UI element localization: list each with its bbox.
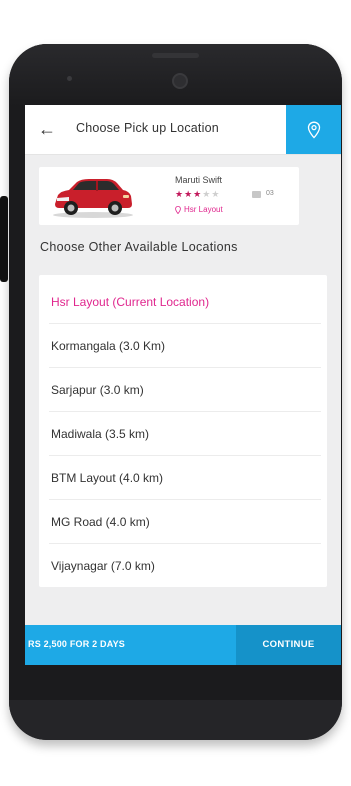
list-item-location[interactable]: Kormangala (3.0 Km) xyxy=(49,324,321,368)
page-title: Choose Pick up Location xyxy=(76,121,219,135)
speaker-grille xyxy=(152,53,199,58)
top-app-bar: ← Choose Pick up Location xyxy=(25,105,341,155)
car-summary-card[interactable]: Maruti Swift ★★★★★ 03 Hsr Layout xyxy=(39,167,299,225)
list-item-location[interactable]: Madiwala (3.5 km) xyxy=(49,412,321,456)
star-filled-icon: ★ xyxy=(193,189,203,199)
list-item-location[interactable]: MG Road (4.0 km) xyxy=(49,500,321,544)
star-filled-icon: ★ xyxy=(184,189,194,199)
list-item-location[interactable]: Vijaynagar (7.0 km) xyxy=(49,544,321,588)
continue-button[interactable]: CONTINUE xyxy=(236,625,341,665)
car-name: Maruti Swift xyxy=(175,175,223,185)
seat-count: 03 xyxy=(266,190,274,197)
map-pin-icon xyxy=(307,121,320,139)
car-image xyxy=(53,179,133,218)
car-location: Hsr Layout xyxy=(175,205,223,214)
list-item-location[interactable]: Hsr Layout (Current Location) xyxy=(49,280,321,324)
star-empty-icon: ★ xyxy=(211,189,221,199)
front-camera xyxy=(172,73,188,89)
star-empty-icon: ★ xyxy=(202,189,212,199)
map-pin-icon xyxy=(175,205,181,214)
arrow-left-icon[interactable]: ← xyxy=(37,119,57,139)
list-item-location[interactable]: BTM Layout (4.0 km) xyxy=(49,456,321,500)
star-filled-icon: ★ xyxy=(175,189,185,199)
price-summary: RS 2,500 FOR 2 DAYS xyxy=(28,639,126,649)
seat-icon xyxy=(252,191,261,198)
booking-footer: RS 2,500 FOR 2 DAYS CONTINUE xyxy=(25,625,341,665)
phone-bottom-bezel xyxy=(9,700,342,740)
location-list: Hsr Layout (Current Location) Kormangala… xyxy=(39,275,327,587)
car-location-label: Hsr Layout xyxy=(184,205,223,214)
proximity-sensor xyxy=(67,76,72,81)
car-rating: ★★★★★ xyxy=(175,189,220,200)
app-screen: ← Choose Pick up Location Maruti Swift ★… xyxy=(25,105,341,665)
map-pin-button[interactable] xyxy=(286,105,341,154)
phone-side-button xyxy=(0,196,8,282)
list-item-location[interactable]: Sarjapur (3.0 km) xyxy=(49,368,321,412)
section-title: Choose Other Available Locations xyxy=(40,240,238,254)
